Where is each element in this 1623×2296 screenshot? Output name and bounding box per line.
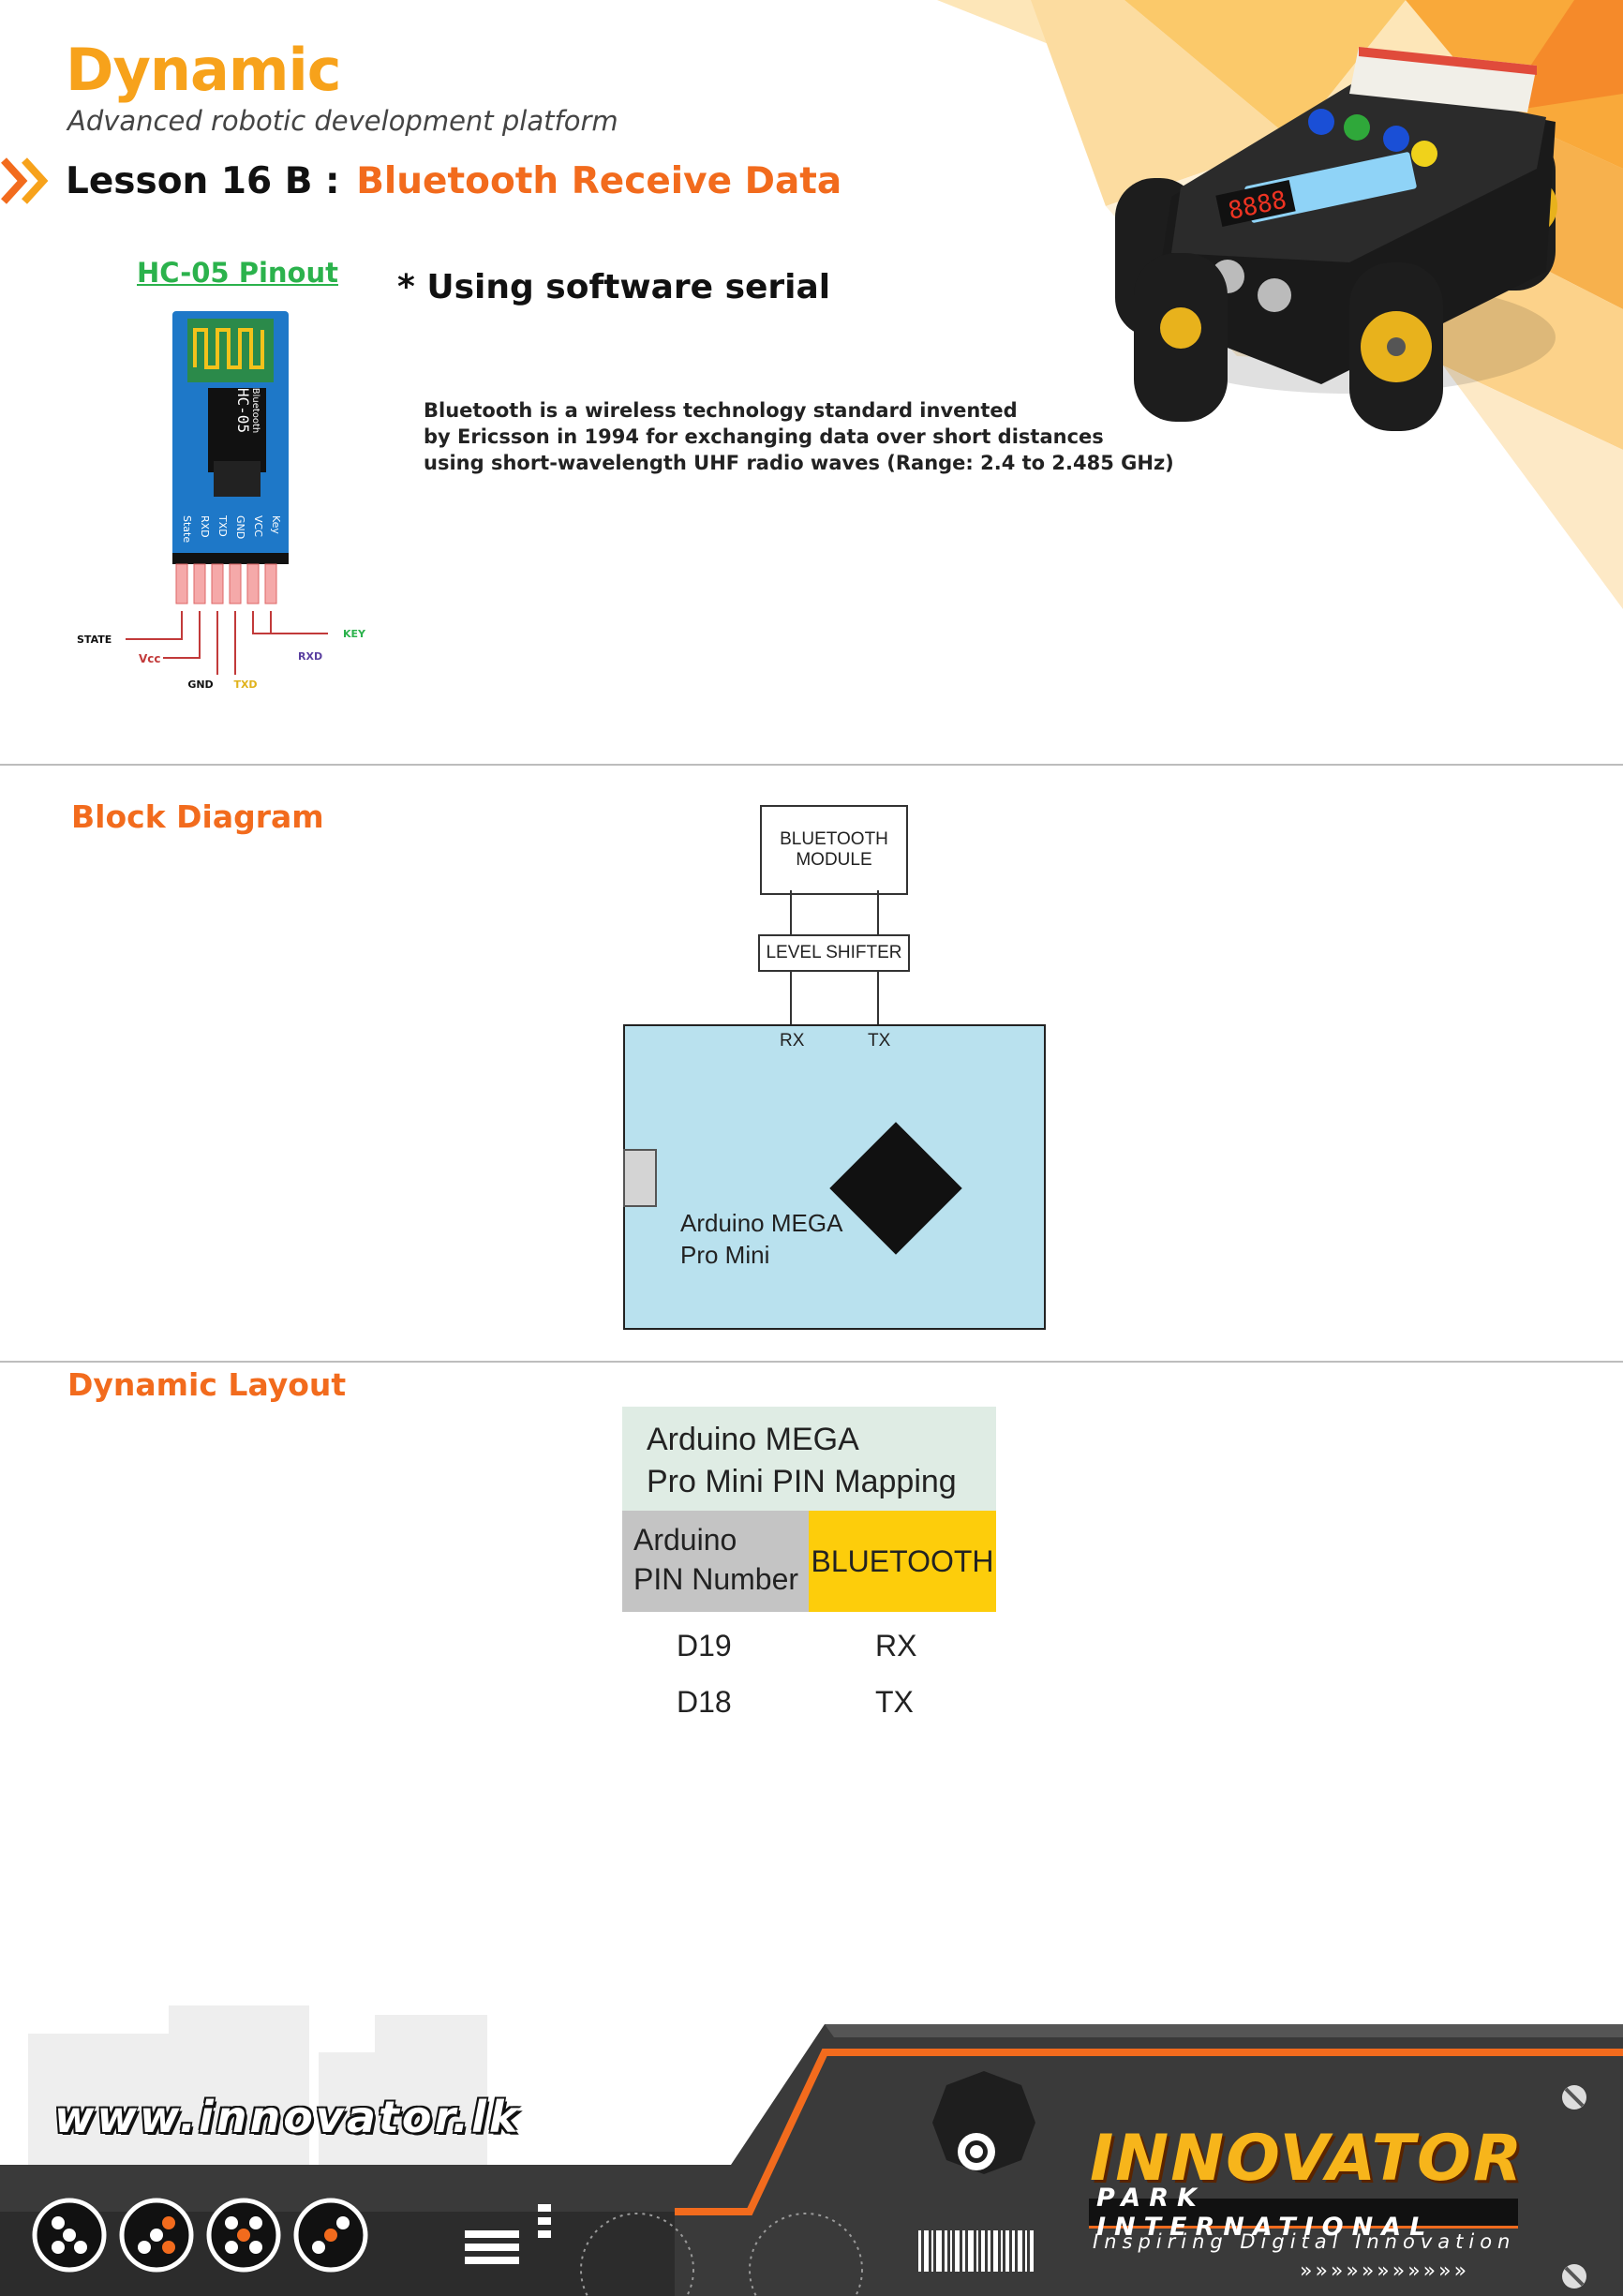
pin-label-state: State <box>181 515 193 543</box>
table-cell-bt: RX <box>875 1629 917 1662</box>
bluetooth-module-box: BLUETOOTH MODULE <box>760 805 908 895</box>
rx-label: RX <box>780 1031 805 1051</box>
park-international-banner: PARK INTERNATIONAL <box>1089 2184 1518 2242</box>
table-cell-pin: D18 <box>677 1685 732 1719</box>
section-divider <box>0 764 1623 766</box>
block-diagram-title: Block Diagram <box>71 798 324 835</box>
description-line: by Ericsson in 1994 for exchanging data … <box>424 425 1104 448</box>
brand-logo: Dynamic <box>66 36 341 104</box>
pin-label-vcc: VCC <box>252 515 264 537</box>
board-name-line2: Pro Mini <box>680 1241 770 1269</box>
tx-label: TX <box>868 1031 891 1051</box>
svg-text:»»»»»»»»»»»: »»»»»»»»»»» <box>1300 2259 1469 2283</box>
website-url[interactable]: www.innovator.lk <box>54 2092 520 2142</box>
description-line: Bluetooth is a wireless technology stand… <box>424 399 1018 422</box>
col-a-line1: Arduino <box>633 1523 737 1557</box>
column-header-pin: Arduino PIN Number <box>633 1520 798 1599</box>
lesson-title: Bluetooth Receive Data <box>356 159 842 202</box>
lesson-number: Lesson 16 B : <box>66 159 353 202</box>
pin-label-rxd: RXD <box>199 515 211 538</box>
screw-icon <box>1562 2085 1586 2110</box>
callout-state: STATE <box>77 634 112 646</box>
software-serial-note: * Using software serial <box>397 268 831 306</box>
table-title-line2: Pro Mini PIN Mapping <box>647 1464 957 1499</box>
level-shifter-box: LEVEL SHIFTER <box>758 934 910 972</box>
chevrons-icon <box>1 157 49 204</box>
robot-car-image: 8888 <box>1115 47 1557 431</box>
settings-icon <box>958 2133 995 2170</box>
lesson-heading: Lesson 16 B : Bluetooth Receive Data <box>0 155 841 207</box>
callout-vcc: Vcc <box>139 652 161 665</box>
table-title-line1: Arduino MEGA <box>647 1422 859 1457</box>
module-sub-label: Bluetooth <box>250 388 261 434</box>
dice-icons <box>32 2198 368 2273</box>
usb-connector <box>623 1149 657 1207</box>
brand-tagline: Advanced robotic development platform <box>67 105 618 137</box>
callout-key: KEY <box>343 628 366 640</box>
table-cell-pin: D19 <box>677 1629 732 1662</box>
callout-txd: TXD <box>233 678 257 691</box>
logo-tagline: Inspiring Digital Innovation <box>1093 2230 1516 2253</box>
pinout-title: HC-05 Pinout <box>137 257 338 289</box>
arduino-board <box>623 1024 1046 1330</box>
bluetooth-description: Bluetooth is a wireless technology stand… <box>424 397 1174 476</box>
module-label: HC-05 <box>234 388 252 433</box>
callout-gnd: GND <box>187 678 213 691</box>
screw-icon <box>1562 2264 1586 2289</box>
column-header-bluetooth: BLUETOOTH <box>809 1511 996 1612</box>
col-a-line2: PIN Number <box>633 1562 799 1596</box>
board-name: Arduino MEGA Pro Mini <box>680 1207 842 1271</box>
bt-module-line2: MODULE <box>796 850 872 870</box>
board-name-line1: Arduino MEGA <box>680 1209 843 1237</box>
pin-label-txd: TXD <box>216 514 229 537</box>
mapping-table-title: Arduino MEGA Pro Mini PIN Mapping <box>647 1419 957 1503</box>
section-divider <box>0 1361 1623 1363</box>
pin-label-gnd: GND <box>234 515 246 539</box>
dynamic-layout-title: Dynamic Layout <box>67 1366 347 1403</box>
table-cell-bt: TX <box>875 1685 914 1719</box>
bt-module-line1: BLUETOOTH <box>780 829 888 849</box>
hc05-pinout-diagram: HC-05 Bluetooth State RXD TXD GND VCC Ke… <box>77 311 366 691</box>
pin-label-key: Key <box>270 515 282 534</box>
description-line: using short-wavelength UHF radio waves (… <box>424 452 1174 474</box>
callout-rxd: RXD <box>298 650 322 663</box>
